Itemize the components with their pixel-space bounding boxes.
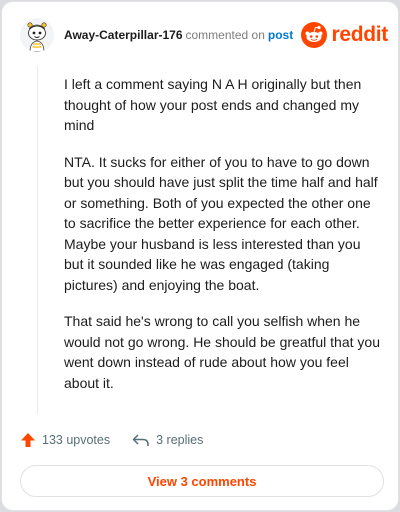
reply-count: 3 replies xyxy=(156,433,204,447)
reply-arrow-icon xyxy=(132,434,149,446)
reply-button[interactable]: 3 replies xyxy=(132,432,203,448)
commented-on-text: commented on xyxy=(185,28,265,42)
username[interactable]: Away-Caterpillar-176 xyxy=(64,28,183,42)
upvote-arrow-icon xyxy=(21,433,35,447)
comment-paragraph: That said he's wrong to call you selfish… xyxy=(64,313,380,391)
upvote-count: 133 upvotes xyxy=(42,433,111,447)
view-comments-button[interactable]: View 3 comments xyxy=(20,465,384,497)
reddit-logo-icon xyxy=(301,22,328,48)
avatar[interactable] xyxy=(20,18,54,52)
thread-line xyxy=(37,66,38,414)
snoo-avatar-icon xyxy=(20,18,54,52)
reddit-wordmark: reddit xyxy=(331,23,388,46)
comment-actions: 133 upvotes 3 replies xyxy=(20,430,225,450)
comment-meta: Away-Caterpillar-176 commented on post xyxy=(64,28,293,42)
comment-header: Away-Caterpillar-176 commented on post red… xyxy=(20,18,388,54)
comment-paragraph: NTA. It sucks for either of you to have … xyxy=(64,153,378,293)
post-link[interactable]: post xyxy=(268,28,293,42)
comment-paragraph: I left a comment saying N A H originally… xyxy=(64,76,362,133)
upvote-button[interactable]: 133 upvotes xyxy=(20,432,110,448)
reddit-logo[interactable]: reddit xyxy=(301,21,388,49)
comment-body: I left a comment saying N A H originally… xyxy=(64,74,382,409)
comment-card: Away-Caterpillar-176 commented on post red… xyxy=(1,1,399,511)
